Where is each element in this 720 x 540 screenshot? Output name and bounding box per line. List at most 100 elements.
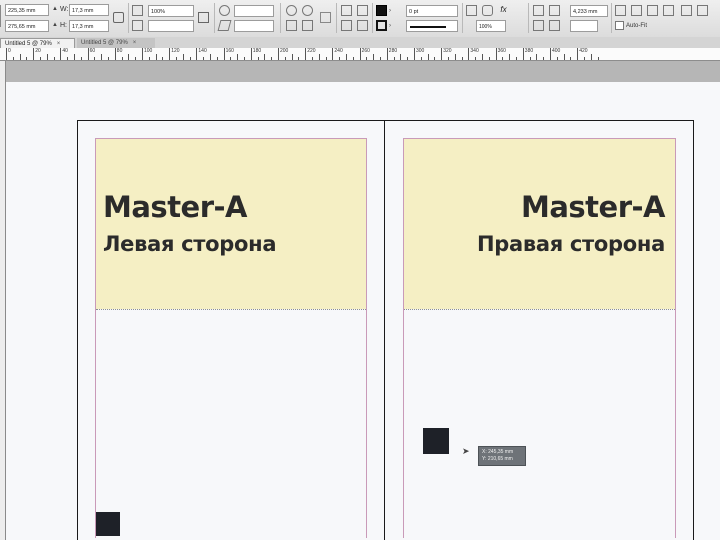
ruler-minor-tick [454,54,456,60]
ruler-minor-tick [312,57,313,60]
flip-horizontal-icon[interactable] [286,20,297,31]
ruler-minor-tick [74,54,75,60]
stroke-line-preview [410,26,446,28]
placed-square-right[interactable] [423,428,449,454]
left-header-block[interactable] [96,139,366,309]
stroke-dropdown-icon[interactable]: › [389,21,391,31]
tab-document-1[interactable]: Untitled 5 @ 79% × [0,38,75,48]
ruler-major-tick [441,48,443,60]
width-field[interactable]: 17,3 mm [69,4,109,16]
stroke-weight-field[interactable]: 0 pt [406,5,458,17]
placed-square-left[interactable] [96,512,120,536]
scale-y-icon [132,20,143,31]
tab-document-2[interactable]: Untitled 5 @ 79% × [77,38,155,48]
ruler-label: 60 [89,48,96,54]
fit-frame-icon[interactable] [631,5,642,16]
ruler-major-tick [142,48,143,60]
ruler-minor-tick [298,57,300,60]
fill-frame-icon[interactable] [681,5,692,16]
fill-dropdown-icon[interactable]: › [389,6,391,16]
text-wrap-icon[interactable] [533,5,544,16]
x-position-field[interactable]: 225,35 mm [5,4,49,16]
select-container-icon[interactable] [341,5,352,16]
select-previous-icon[interactable] [341,20,352,31]
ruler-label: 180 [252,48,262,54]
right-header-block[interactable] [404,139,675,309]
auto-fit-checkbox[interactable] [615,21,624,30]
ruler-minor-tick [121,57,123,60]
left-horizontal-guide[interactable] [96,309,366,311]
scale-y-field[interactable] [148,20,194,32]
ruler-minor-tick [461,57,463,60]
ruler-label: 400 [552,48,561,54]
horizontal-ruler[interactable]: 0 20 40 60 80 100 120 140 160 180 200 220 240 260 280 3… [0,48,720,61]
center-content-icon[interactable] [663,5,674,16]
divider [528,3,529,33]
stroke-type-select[interactable] [406,20,458,32]
ruler-minor-tick [271,57,273,60]
select-next-icon[interactable] [357,20,368,31]
reference-point-icon[interactable] [0,5,4,27]
wrap-jump-icon[interactable] [549,20,560,31]
ruler-major-tick [278,48,279,60]
ruler-label: 0 [8,48,11,54]
ruler-minor-tick [176,57,177,60]
height-field[interactable]: 17,3 mm [69,20,109,32]
rotate-counterclockwise-icon[interactable] [302,5,313,16]
ruler-minor-tick [516,57,517,60]
ruler-minor-tick [108,57,109,60]
ruler-minor-tick [40,57,41,60]
fx-icon[interactable]: fx [498,5,509,16]
ruler-minor-tick [448,57,449,60]
stroke-swatch-icon[interactable] [376,20,387,31]
wrap-around-icon[interactable] [549,5,560,16]
rotation-field[interactable] [234,5,274,17]
constrain-proportions-icon[interactable] [113,12,124,23]
ruler-minor-tick [148,57,150,60]
scale-x-field[interactable]: 100% [148,5,194,17]
fill-swatch-icon[interactable] [376,5,387,16]
ruler-major-tick [386,48,388,60]
path-options-icon[interactable] [320,12,331,23]
y-stepper-icon[interactable]: ▲ [52,20,58,30]
y-position-field[interactable]: 275,65 mm [5,20,49,32]
opacity-field[interactable]: 100% [476,20,506,32]
ruler-minor-tick [19,54,21,60]
ruler-label: 260 [361,48,370,54]
close-icon[interactable]: × [133,40,137,46]
wrap-object-icon[interactable] [533,20,544,31]
ruler-major-tick [60,48,62,60]
select-content-icon[interactable] [357,5,368,16]
ruler-minor-tick [67,57,69,60]
drop-shadow-icon[interactable] [466,5,477,16]
height-label: H: [60,22,67,29]
x-stepper-icon[interactable]: ▲ [52,4,58,14]
line-style-select[interactable] [570,20,598,32]
flip-vertical-icon[interactable] [302,20,313,31]
fit-proportionally-icon[interactable] [697,5,708,16]
close-icon[interactable]: × [57,41,61,47]
ruler-minor-tick [182,54,184,60]
dimension-field[interactable]: 4,233 mm [570,5,608,17]
constrain-scale-icon[interactable] [198,12,209,23]
right-horizontal-guide[interactable] [404,309,675,311]
rotate-clockwise-icon[interactable] [286,5,297,16]
corner-options-icon[interactable] [482,5,493,16]
ruler-label: 320 [443,48,452,54]
ruler-label: 100 [144,48,153,54]
ruler-minor-tick [12,57,14,60]
ruler-minor-tick [80,57,82,60]
ruler-minor-tick [257,57,259,60]
fitting-icon[interactable] [615,5,626,16]
ruler-label: 80 [116,48,123,54]
ruler-minor-tick [94,57,96,60]
position-tooltip: X: 245,35 mm Y: 210,65 mm [478,446,526,466]
ruler-minor-tick [590,54,592,60]
ruler-minor-tick [420,57,422,60]
shear-field[interactable] [234,20,274,32]
divider [128,3,129,33]
ruler-minor-tick [570,57,572,60]
fit-content-icon[interactable] [647,5,658,16]
left-page-subtitle: Левая сторона [103,232,277,256]
ruler-minor-tick [53,57,55,60]
